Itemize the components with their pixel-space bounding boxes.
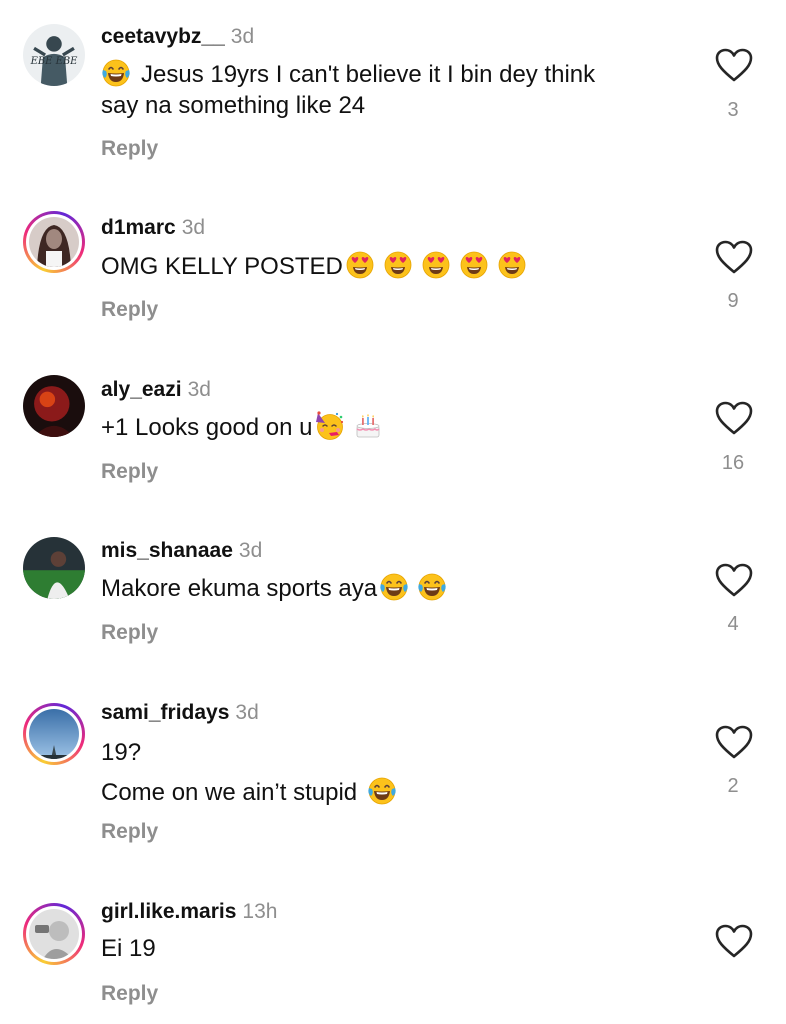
heart-icon [714, 400, 754, 436]
comment-line: Makore ekuma sports aya [101, 572, 691, 604]
timestamp: 3d [187, 378, 211, 401]
comment-line: +1 Looks good on u [101, 411, 691, 443]
comment-text: Ei 19 [101, 933, 691, 964]
reply-button[interactable]: Reply [101, 136, 158, 162]
avatar-story-ring [26, 706, 82, 762]
avatar-image [23, 375, 85, 437]
reply-button[interactable]: Reply [101, 459, 158, 485]
comment-meta: girl.like.maris 13h [101, 899, 277, 925]
partying-face-icon [315, 411, 345, 441]
heart-eyes-icon [459, 250, 489, 280]
username[interactable]: girl.like.maris [101, 900, 236, 923]
tears-of-joy-icon [417, 572, 447, 602]
comment-meta: d1marc 3d [101, 215, 205, 241]
avatar[interactable] [23, 211, 85, 273]
like-count: 2 [727, 775, 739, 797]
timestamp: 3d [235, 701, 259, 724]
comment-line: Ei 19 [101, 935, 156, 962]
timestamp: 3d [181, 216, 206, 239]
avatar[interactable] [23, 375, 85, 437]
comment-meta: mis_shanaae 3d [101, 538, 262, 564]
tears-of-joy-icon [379, 572, 409, 602]
reply-button[interactable]: Reply [101, 620, 158, 646]
comment-line: Come on we ain’t stupid [101, 773, 691, 813]
comment-line: say na something like 24 [101, 92, 366, 119]
like-button[interactable] [714, 239, 754, 275]
comment-line: OMG KELLY POSTED [101, 250, 691, 282]
reply-button[interactable]: Reply [101, 981, 158, 1007]
comment-line-text: Come on we ain’t stupid [101, 779, 358, 806]
like-button[interactable] [714, 47, 754, 83]
like-count: 4 [727, 613, 739, 635]
comment-meta: ceetavybz__ 3d [101, 24, 254, 50]
heart-icon [714, 47, 754, 83]
reply-button[interactable]: Reply [101, 297, 158, 323]
heart-icon [714, 239, 754, 275]
comment-line: Jesus 19yrs I can't believe it I bin dey… [101, 58, 691, 90]
tears-of-joy-icon [367, 776, 397, 806]
comment-line: 19? [101, 739, 142, 766]
comment-meta: aly_eazi 3d [101, 377, 211, 403]
avatar-image [23, 537, 85, 599]
avatar-image [29, 709, 79, 759]
like-button[interactable] [714, 562, 754, 598]
like-button[interactable] [714, 724, 754, 760]
comment-text: +1 Looks good on u [101, 411, 691, 443]
like-count: 16 [721, 452, 745, 474]
like-button[interactable] [714, 923, 754, 959]
like-count: 9 [727, 290, 739, 312]
comment-text: OMG KELLY POSTED [101, 250, 691, 282]
comment-line-text: +1 Looks good on u [101, 414, 313, 441]
username[interactable]: d1marc [101, 216, 176, 239]
heart-eyes-icon [497, 250, 527, 280]
comment-line-text: Jesus 19yrs I can't believe it I bin dey… [141, 61, 596, 88]
like-count: 3 [727, 99, 739, 121]
heart-icon [714, 562, 754, 598]
avatar[interactable]: EBE EBE [23, 24, 85, 86]
timestamp: 3d [238, 539, 263, 562]
avatar[interactable] [23, 703, 85, 765]
avatar-story-ring [26, 214, 82, 270]
comment-text: Jesus 19yrs I can't believe it I bin dey… [101, 58, 691, 121]
like-button[interactable] [714, 400, 754, 436]
birthday-cake-icon [353, 411, 383, 441]
heart-eyes-icon [345, 250, 375, 280]
timestamp: 13h [242, 900, 278, 923]
avatar-image [29, 909, 79, 959]
comment-text: Makore ekuma sports aya [101, 572, 691, 604]
username[interactable]: mis_shanaae [101, 539, 233, 562]
avatar[interactable] [23, 537, 85, 599]
heart-icon [714, 923, 754, 959]
avatar-image: EBE EBE [23, 24, 85, 86]
username[interactable]: ceetavybz__ [101, 25, 225, 48]
heart-eyes-icon [421, 250, 451, 280]
timestamp: 3d [230, 25, 255, 48]
comment-line-text: OMG KELLY POSTED [101, 253, 343, 280]
avatar-logo-text: EBE EBE [30, 56, 79, 67]
avatar-story-ring [26, 906, 82, 962]
avatar-image [29, 217, 79, 267]
tears-of-joy-icon [101, 58, 131, 88]
heart-icon [714, 724, 754, 760]
username[interactable]: sami_fridays [101, 701, 229, 724]
comment-meta: sami_fridays 3d [101, 700, 259, 726]
comment-line-text: Makore ekuma sports aya [101, 575, 378, 602]
comment-text: 19? Come on we ain’t stupid [101, 733, 691, 813]
reply-button[interactable]: Reply [101, 819, 158, 845]
avatar[interactable] [23, 903, 85, 965]
username[interactable]: aly_eazi [101, 378, 182, 401]
heart-eyes-icon [383, 250, 413, 280]
